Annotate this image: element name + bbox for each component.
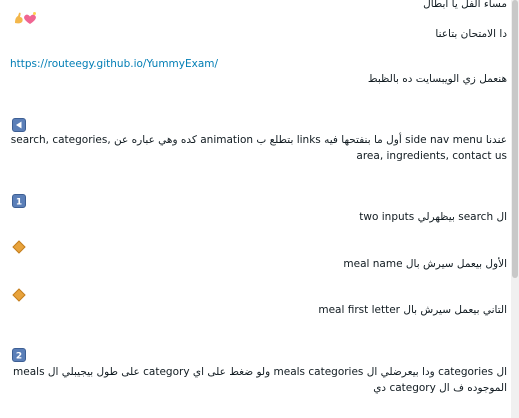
nav-menu-message: عندنا side nav menu أول ما بنفتحها فيه l… — [10, 134, 507, 162]
exam-link-text[interactable]: https://routeegy.github.io/YummyExam/ — [10, 58, 218, 70]
greeting-message: مساء الفل يا ابطال — [423, 0, 507, 10]
svg-text:2: 2 — [16, 352, 22, 362]
exam-link[interactable]: https://routeegy.github.io/YummyExam/ — [10, 57, 507, 72]
svg-text:1: 1 — [16, 198, 22, 208]
exam-message: دا الامتحان بتاعنا — [435, 28, 507, 40]
website-message: هنعمل زي الويبسايت ده بالظبط — [367, 73, 507, 85]
chat-message-area: مساء الفل يا ابطال دا الامتحان بتاعنا ht… — [0, 0, 510, 418]
orange-diamond-icon — [12, 288, 26, 302]
first-letter-message: التاني بيعمل سيرش بال meal first letter — [318, 304, 507, 316]
back-arrow-icon — [12, 118, 26, 132]
orange-diamond-icon — [12, 240, 26, 254]
heart-flexed-arm-emoji-icon — [13, 11, 37, 28]
chat-scrollbar[interactable] — [511, 0, 519, 418]
scrollbar-thumb[interactable] — [512, 0, 518, 278]
keycap-1-icon: 1 — [12, 194, 26, 208]
keycap-2-icon: 2 — [12, 348, 26, 362]
search-message: ال search بيظهرلي two inputs — [359, 211, 507, 223]
meal-name-message: الأول بيعمل سيرش بال meal name — [343, 258, 507, 270]
categories-message: ال categories ودا بيعرضلي ال meals categ… — [13, 366, 507, 394]
